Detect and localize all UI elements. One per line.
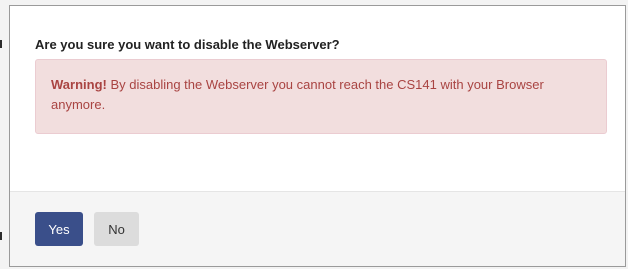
background-edge-mark: [0, 40, 2, 48]
no-button[interactable]: No: [94, 212, 139, 246]
dialog-body: Are you sure you want to disable the Web…: [10, 6, 625, 191]
dialog-footer: Yes No: [10, 191, 625, 266]
warning-label: Warning!: [51, 77, 107, 92]
background-edge-mark: [0, 232, 2, 240]
warning-alert: Warning! By disabling the Webserver you …: [35, 59, 607, 134]
confirm-disable-webserver-dialog: Are you sure you want to disable the Web…: [9, 5, 626, 267]
warning-text: By disabling the Webserver you cannot re…: [51, 77, 544, 112]
dialog-question: Are you sure you want to disable the Web…: [35, 37, 340, 52]
yes-button[interactable]: Yes: [35, 212, 83, 246]
